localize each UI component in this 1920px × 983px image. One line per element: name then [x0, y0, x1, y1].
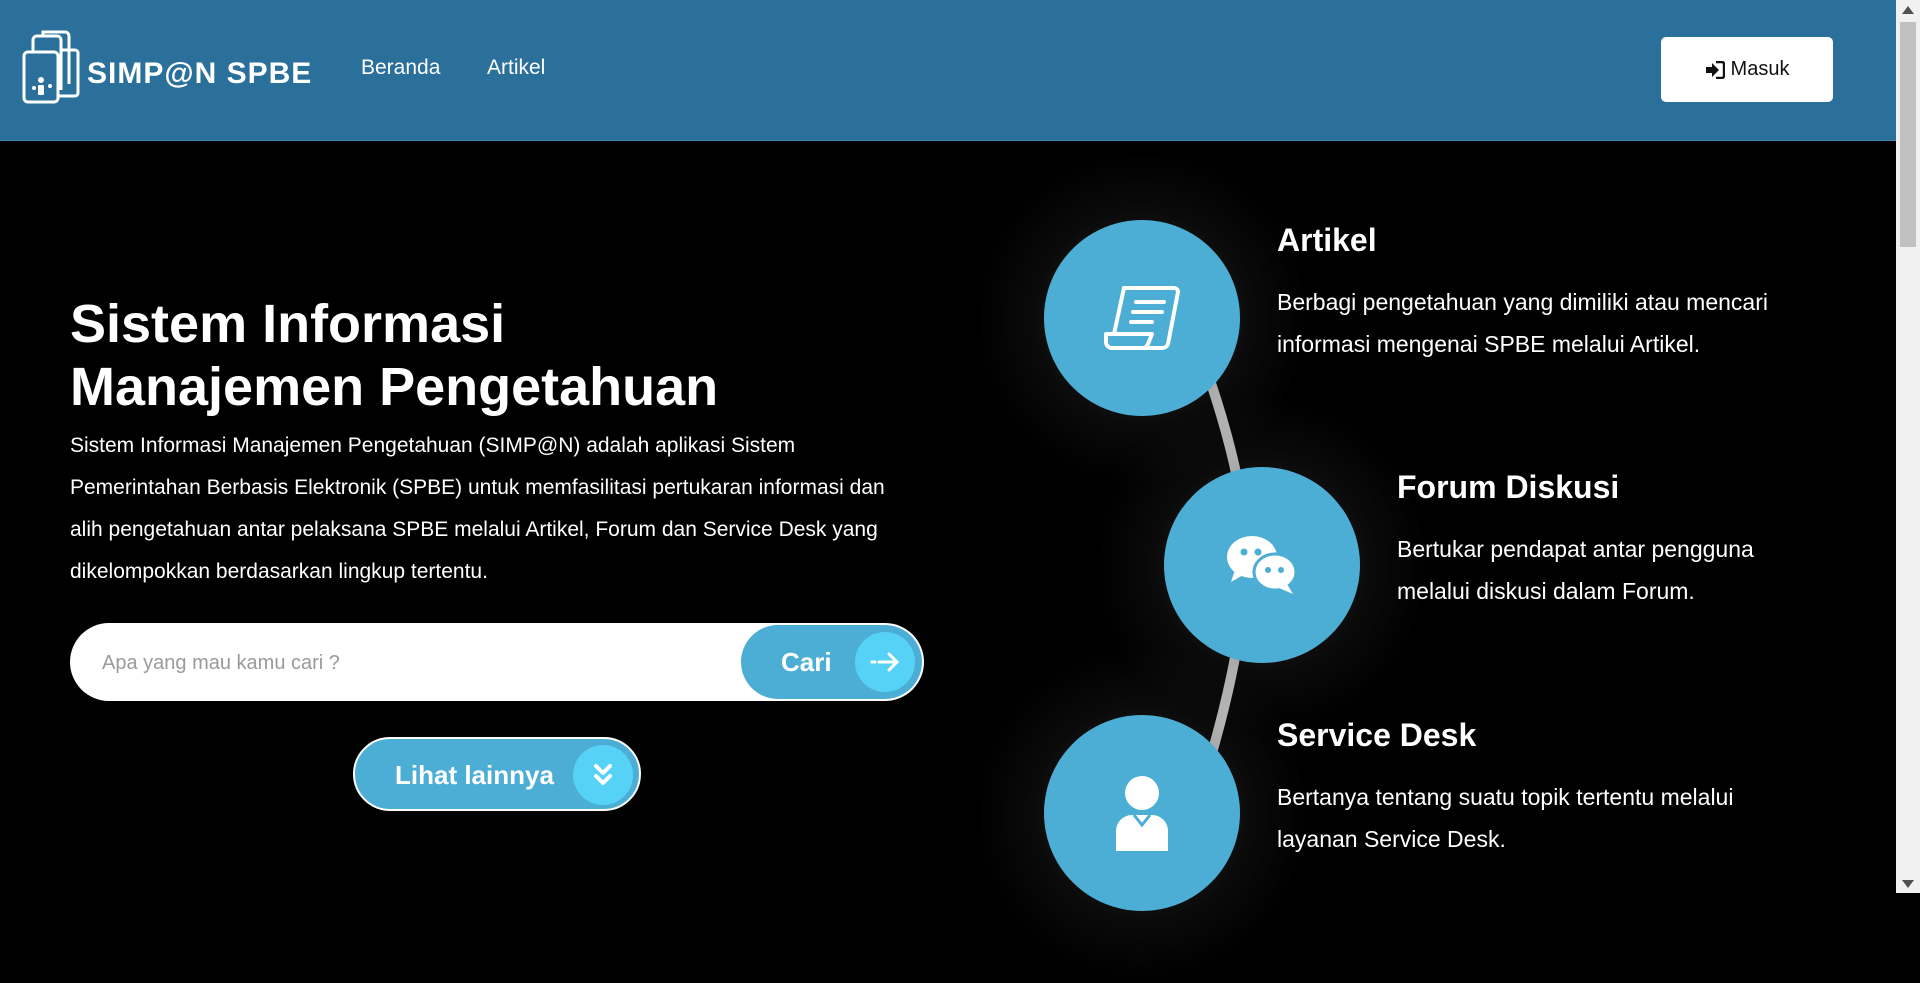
feature-artikel-title: Artikel	[1277, 222, 1377, 258]
feature-servicedesk-description: Bertanya tentang suatu topik tertentu me…	[1277, 784, 1734, 852]
sign-in-icon	[1705, 60, 1725, 79]
scroll-down-arrow-icon[interactable]	[1902, 880, 1914, 888]
feature-servicedesk-circle[interactable]	[1044, 715, 1240, 911]
logo-text: SIMP@N SPBE	[87, 57, 313, 90]
feature-artikel-circle[interactable]	[1044, 220, 1240, 416]
search-bar: Cari	[70, 623, 924, 703]
scroll-up-arrow-icon[interactable]	[1902, 6, 1914, 14]
login-label: Masuk	[1730, 58, 1790, 80]
feature-artikel-description: Berbagi pengetahuan yang dimiliki atau m…	[1277, 289, 1768, 357]
hero-title-line2: Manajemen Pengetahuan	[70, 357, 719, 417]
search-button-label: Cari	[781, 647, 832, 677]
nav-link-beranda[interactable]: Beranda	[361, 56, 440, 80]
search-input[interactable]	[100, 623, 724, 703]
user-icon	[1116, 776, 1168, 851]
scrollbar-thumb[interactable]	[1900, 22, 1916, 247]
search-arrow-circle	[855, 632, 915, 692]
dashed-arrow-right-icon	[870, 652, 900, 672]
feature-servicedesk-title: Service Desk	[1277, 717, 1477, 753]
see-more-button[interactable]: Lihat lainnya	[353, 737, 641, 811]
chat-bubbles-icon	[1227, 536, 1298, 594]
site-logo[interactable]: SIMP@N SPBE	[21, 30, 312, 106]
see-more-circle	[573, 745, 633, 805]
hero-title: Sistem Informasi Manajemen Pengetahuan	[70, 293, 830, 419]
login-button[interactable]: Masuk	[1661, 37, 1833, 102]
search-button[interactable]: Cari	[741, 625, 922, 699]
scroll-document-icon	[1104, 286, 1180, 350]
see-more-label: Lihat lainnya	[395, 760, 554, 790]
nav-link-artikel[interactable]: Artikel	[487, 56, 545, 80]
feature-forum-circle[interactable]	[1164, 467, 1360, 663]
hero-description: Sistem Informasi Manajemen Pengetahuan (…	[70, 434, 885, 583]
feature-forum-description: Bertukar pendapat antar pengguna melalui…	[1397, 536, 1754, 604]
hero-title-line1: Sistem Informasi	[70, 294, 506, 354]
building-logo-icon	[22, 30, 80, 104]
top-navbar: SIMP@N SPBE Beranda Artikel Masuk	[0, 0, 1896, 141]
double-chevron-down-icon	[594, 764, 612, 785]
feature-forum-title: Forum Diskusi	[1397, 469, 1620, 505]
